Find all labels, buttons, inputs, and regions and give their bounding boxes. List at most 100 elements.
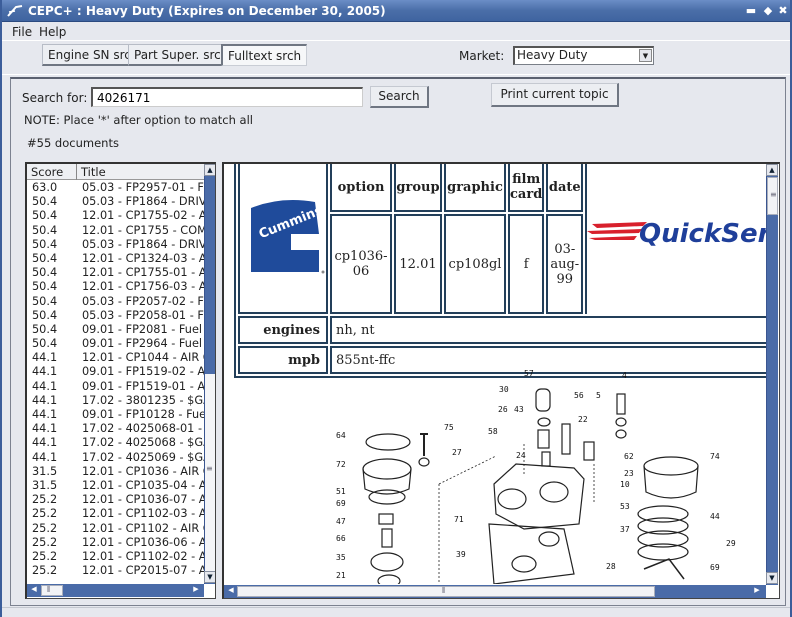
callout-label: 58 [488, 427, 498, 436]
list-item[interactable]: 44.1 17.02 - 4025068 - $GASK [27, 436, 205, 450]
list-item[interactable]: 25.2 12.01 - CP1036-07 - Air C [27, 493, 205, 507]
scrollbar-thumb[interactable]: ⦀ [41, 585, 63, 596]
list-item[interactable]: 25.2 12.01 - CP1036-06 - Air C [27, 536, 205, 550]
list-item[interactable]: 50.4 05.03 - FP2058-01 - Fuel [27, 309, 205, 323]
list-item[interactable]: 44.1 12.01 - CP1044 - AIR CO [27, 351, 205, 365]
menu-help[interactable]: Help [39, 25, 66, 39]
chevron-down-icon[interactable]: ▼ [639, 49, 652, 62]
result-score: 50.4 [32, 280, 58, 294]
list-item[interactable]: 50.4 05.03 - FP2057-02 - Fuel [27, 295, 205, 309]
list-item[interactable]: 44.1 09.01 - FP1519-02 - Acce [27, 365, 205, 379]
list-item[interactable]: 44.1 09.01 - FP1519-01 - Acce [27, 380, 205, 394]
result-title: 12.01 - CP1102-02 - Air C [82, 549, 204, 563]
scrollbar-track-lower[interactable]: ≡ [205, 374, 215, 574]
scroll-left-icon[interactable]: ◀ [225, 585, 237, 597]
menu-file[interactable]: File [12, 25, 32, 39]
callout-label: 51 [336, 487, 346, 496]
scrollbar-thumb[interactable]: ≡ [767, 177, 778, 215]
list-item[interactable]: 31.5 12.01 - CP1036 - AIR CO [27, 465, 205, 479]
title-bar[interactable]: CEPC+ : Heavy Duty (Expires on December … [2, 0, 790, 22]
callout-label: 43 [514, 405, 524, 414]
market-select[interactable]: Heavy Duty ▼ [513, 46, 654, 65]
result-title: 05.03 - FP2957-01 - Fuel [82, 181, 204, 194]
result-score: 50.4 [32, 337, 58, 351]
document-vertical-scrollbar[interactable]: ▲ ≡ ▼ [766, 164, 778, 585]
value-group: 12.01 [394, 214, 442, 314]
result-score: 25.2 [32, 507, 58, 521]
scroll-right-icon[interactable]: ▶ [190, 584, 202, 596]
result-score: 44.1 [32, 422, 58, 436]
search-label: Search for: [22, 91, 88, 105]
tab-fulltext-search[interactable]: Fulltext srch [221, 44, 308, 66]
result-score: 50.4 [32, 223, 58, 237]
list-item[interactable]: 50.4 09.01 - FP2081 - Fuel Pur [27, 323, 205, 337]
search-button[interactable]: Search [370, 86, 429, 108]
callout-label: 69 [336, 499, 346, 508]
header-group: group [394, 164, 442, 212]
list-item[interactable]: 25.2 12.01 - CP1102 - AIR CO [27, 522, 205, 536]
result-score: 44.1 [32, 365, 58, 379]
scroll-down-icon[interactable]: ▼ [204, 571, 215, 583]
scroll-left-icon[interactable]: ◀ [28, 584, 40, 596]
callout-label: 39 [456, 550, 466, 559]
list-item[interactable]: 50.4 05.03 - FP1864 - DRIVE,A [27, 195, 205, 209]
callout-label: 74 [710, 452, 720, 461]
result-score: 25.2 [32, 549, 58, 563]
search-input[interactable] [91, 87, 363, 107]
callout-label: 71 [454, 515, 464, 524]
list-item[interactable]: 50.4 12.01 - CP1755-01 - Air C [27, 266, 205, 280]
list-item[interactable]: 50.4 12.01 - CP1755-02 - Air C [27, 209, 205, 223]
list-item[interactable]: 63.0 05.03 - FP2957-01 - Fuel [27, 181, 205, 195]
callout-label: 64 [336, 431, 346, 440]
list-item[interactable]: 50.4 12.01 - CP1755 - COMPR [27, 224, 205, 238]
callout-label: 56 [574, 391, 584, 400]
list-item[interactable]: 50.4 05.03 - FP1864 - DRIVE,A [27, 238, 205, 252]
results-vertical-scrollbar[interactable]: ▲ ≡ ▼ [204, 164, 215, 584]
print-current-topic-button[interactable]: Print current topic [491, 83, 619, 107]
scrollbar-thumb[interactable]: ⦀ [237, 586, 655, 597]
list-item[interactable]: 31.5 12.01 - CP1035-04 - Air C [27, 479, 205, 493]
result-score: 50.4 [32, 266, 58, 280]
list-item[interactable]: 44.1 17.02 - 3801235 - $GASK [27, 394, 205, 408]
menu-separator [2, 40, 790, 42]
list-item[interactable]: 50.4 12.01 - CP1324-03 - Air C [27, 252, 205, 266]
header-option: option [330, 164, 392, 212]
value-date: 03-aug-99 [546, 214, 584, 314]
grip-icon: ≡ [770, 190, 777, 199]
list-item[interactable]: 44.1 17.02 - 4025068-01 - $GA [27, 422, 205, 436]
scroll-down-icon[interactable]: ▼ [766, 572, 778, 584]
document-horizontal-scrollbar[interactable]: ◀ ⦀ ▶ [224, 585, 766, 598]
minimize-button[interactable]: ▬ [744, 4, 758, 18]
quickserve-logo: QuickServe [585, 164, 779, 314]
column-header-title[interactable]: Title [77, 164, 205, 180]
result-title: 09.01 - FP1519-02 - Acce [82, 365, 204, 379]
list-item[interactable]: 50.4 12.01 - CP1756-03 - Air C [27, 280, 205, 294]
results-horizontal-scrollbar[interactable]: ◀ ⦀ ▶ [27, 584, 204, 597]
tab-part-super-search[interactable]: Part Super. srch [128, 44, 236, 66]
list-item[interactable]: 44.1 09.01 - FP10128 - Fuel Pu [27, 408, 205, 422]
header-film-card: film card [508, 164, 545, 212]
column-header-score[interactable]: Score [27, 164, 77, 180]
list-item[interactable]: 44.1 17.02 - 4025069 - $GASK [27, 451, 205, 465]
cylinder-head-71 [493, 463, 585, 530]
value-option: cp1036-06 [330, 214, 392, 314]
scroll-right-icon[interactable]: ▶ [751, 585, 763, 597]
callout-label: 72 [336, 460, 346, 469]
result-score: 44.1 [32, 436, 58, 450]
gasket-39 [488, 523, 575, 584]
callout-label: 24 [516, 451, 526, 460]
result-score: 25.2 [32, 493, 58, 507]
scroll-up-icon[interactable]: ▲ [204, 164, 215, 176]
list-item[interactable]: 50.4 09.01 - FP2964 - Fuel Pur [27, 337, 205, 351]
maximize-button[interactable]: ◆ [761, 4, 775, 18]
result-title: 17.02 - 4025069 - $GASK [82, 450, 204, 464]
divider [2, 74, 790, 75]
close-button[interactable]: ✖ [776, 4, 790, 18]
list-item[interactable]: 25.2 12.01 - CP1102-02 - Air C [27, 550, 205, 564]
grip-icon: ≡ [206, 464, 213, 473]
result-score: 25.2 [32, 564, 58, 578]
list-item[interactable]: 25.2 12.01 - CP1102-03 - Air C [27, 507, 205, 521]
result-title: 12.01 - CP1755-02 - Air C [82, 209, 204, 223]
list-item[interactable]: 25.2 12.01 - CP2015-07 - Air C [27, 564, 205, 578]
scroll-up-icon[interactable]: ▲ [766, 164, 778, 176]
